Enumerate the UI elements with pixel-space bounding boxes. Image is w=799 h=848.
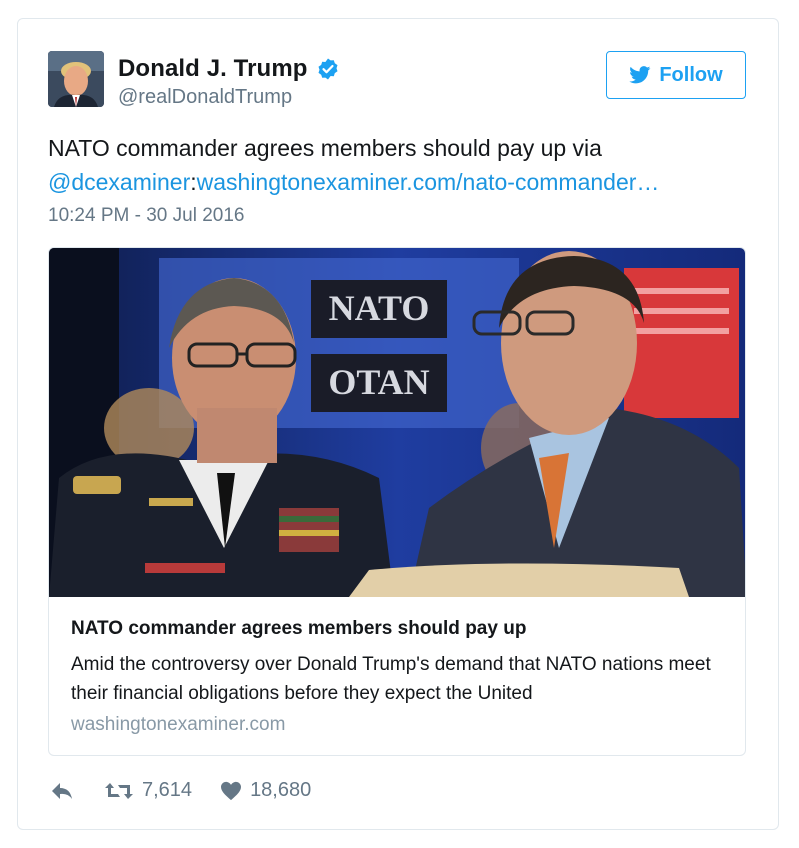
retweet-button[interactable]: 7,614 <box>104 779 192 802</box>
tweet-actions: 7,614 18,680 <box>50 779 311 802</box>
avatar[interactable] <box>48 51 104 107</box>
twitter-bird-icon <box>629 66 651 84</box>
retweet-count: 7,614 <box>142 779 193 801</box>
card-title[interactable]: NATO commander agrees members should pay… <box>71 618 526 640</box>
verified-badge-icon <box>316 57 340 81</box>
follow-label: Follow <box>659 63 723 86</box>
link-card[interactable]: NATO OTAN NATO commander agrees members … <box>48 247 746 756</box>
image-text-nato: NATO <box>329 288 430 328</box>
like-count: 18,680 <box>250 779 312 801</box>
tweet-text: NATO commander agrees members should pay… <box>48 131 748 199</box>
retweet-icon <box>105 782 133 799</box>
author-display-name[interactable]: Donald J. Trump <box>118 55 308 83</box>
heart-icon <box>221 781 242 800</box>
author-name-row[interactable]: Donald J. Trump <box>118 55 340 83</box>
avatar-image <box>48 51 104 107</box>
card-domain: washingtonexaminer.com <box>71 714 286 735</box>
mention-link[interactable]: @dcexaminer <box>48 169 190 195</box>
image-text-otan: OTAN <box>328 362 429 402</box>
tweet-text-prefix: NATO commander agrees members should pay… <box>48 135 602 161</box>
article-image: NATO OTAN <box>49 248 745 597</box>
reply-button[interactable] <box>50 781 74 801</box>
follow-button[interactable]: Follow <box>606 51 746 99</box>
author-handle[interactable]: @realDonaldTrump <box>118 86 292 109</box>
reply-icon <box>52 782 72 799</box>
tweet-timestamp[interactable]: 10:24 PM - 30 Jul 2016 <box>48 205 244 227</box>
article-link[interactable]: washingtonexaminer.com/nato-commander… <box>197 169 660 195</box>
card-description: Amid the controversy over Donald Trump's… <box>71 654 711 704</box>
tweet-card: Donald J. Trump @realDonaldTrump Follow … <box>17 18 779 830</box>
like-button[interactable]: 18,680 <box>220 779 311 802</box>
